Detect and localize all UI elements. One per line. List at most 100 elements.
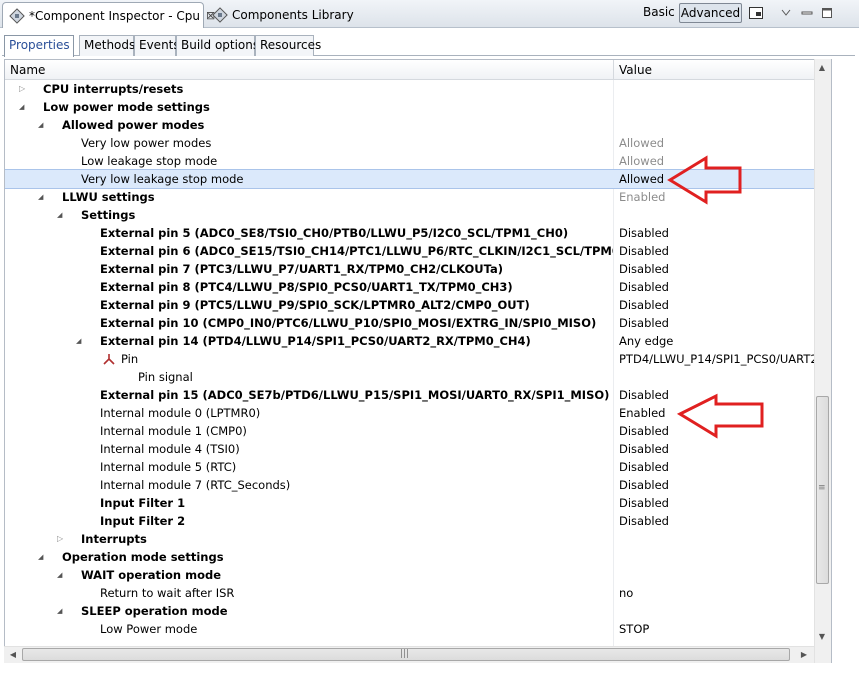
tree-expanded-icon[interactable]	[57, 209, 67, 221]
component-icon	[9, 7, 25, 24]
property-value[interactable]	[619, 548, 817, 566]
table-row[interactable]: Operation mode settings	[5, 548, 817, 566]
property-value[interactable]: Disabled	[619, 296, 817, 314]
table-row[interactable]: Internal module 5 (RTC) Disabled	[5, 458, 817, 476]
property-name: Very low power modes	[81, 136, 212, 150]
table-row[interactable]: External pin 7 (PTC3/LLWU_P7/UART1_RX/TP…	[5, 260, 817, 278]
property-value[interactable]: Disabled	[619, 278, 817, 296]
table-row[interactable]: Internal module 7 (RTC_Seconds) Disabled	[5, 476, 817, 494]
table-row[interactable]: External pin 9 (PTC5/LLWU_P9/SPI0_SCK/LP…	[5, 296, 817, 314]
property-name: Low power mode settings	[43, 100, 210, 114]
property-name-cell: Return to wait after ISR	[5, 584, 613, 602]
table-row[interactable]: External pin 8 (PTC4/LLWU_P8/SPI0_PCS0/U…	[5, 278, 817, 296]
tree-collapsed-icon[interactable]	[19, 83, 29, 95]
property-value[interactable]: Disabled	[619, 440, 817, 458]
property-value[interactable]: Disabled	[619, 494, 817, 512]
tree-collapsed-icon[interactable]	[57, 533, 67, 545]
tab-methods[interactable]: Methods	[79, 35, 135, 56]
column-separator[interactable]	[613, 60, 614, 80]
table-row[interactable]: External pin 10 (CMP0_IN0/PTC6/LLWU_P10/…	[5, 314, 817, 332]
property-value[interactable]: Disabled	[619, 224, 817, 242]
minimize-icon[interactable]	[798, 4, 816, 22]
tree-expanded-icon[interactable]	[57, 605, 67, 617]
table-row[interactable]: SLEEP operation mode	[5, 602, 817, 620]
tab-component-inspector-label: *Component Inspector - Cpu	[29, 8, 201, 23]
scroll-up-icon[interactable]: ▲	[815, 61, 829, 75]
property-name-cell: External pin 8 (PTC4/LLWU_P8/SPI0_PCS0/U…	[5, 278, 613, 296]
property-name: Internal module 7 (RTC_Seconds)	[100, 478, 291, 492]
table-row[interactable]: External pin 14 (PTD4/LLWU_P14/SPI1_PCS0…	[5, 332, 817, 350]
table-row[interactable]: Pin signal	[5, 368, 817, 386]
property-name-cell: External pin 9 (PTC5/LLWU_P9/SPI0_SCK/LP…	[5, 296, 613, 314]
property-name: External pin 15 (ADC0_SE7b/PTD6/LLWU_P15…	[100, 388, 610, 402]
scroll-down-icon[interactable]: ▼	[815, 630, 829, 644]
property-value[interactable]: Disabled	[619, 314, 817, 332]
property-value[interactable]	[619, 368, 817, 386]
table-row[interactable]: External pin 6 (ADC0_SE15/TSI0_CH14/PTC1…	[5, 242, 817, 260]
property-value[interactable]: Disabled	[619, 260, 817, 278]
tree-expanded-icon[interactable]	[76, 335, 86, 347]
tab-component-inspector[interactable]: *Component Inspector - Cpu ⊠	[2, 2, 215, 28]
advanced-mode-button[interactable]: Advanced	[679, 3, 742, 23]
column-header-value[interactable]: Value	[619, 63, 652, 77]
property-value[interactable]	[619, 206, 817, 224]
property-value[interactable]	[619, 530, 817, 548]
property-name: External pin 14 (PTD4/LLWU_P14/SPI1_PCS0…	[100, 334, 531, 348]
property-name: External pin 8 (PTC4/LLWU_P8/SPI0_PCS0/U…	[100, 280, 513, 294]
tab-properties[interactable]: Properties	[4, 35, 74, 57]
view-menu-icon[interactable]	[747, 4, 765, 22]
tab-build-options[interactable]: Build options	[176, 35, 259, 56]
property-name-cell: Interrupts	[5, 530, 613, 548]
property-value[interactable]: Disabled	[619, 458, 817, 476]
table-row[interactable]: WAIT operation mode	[5, 566, 817, 584]
table-row[interactable]: Allowed power modes	[5, 116, 817, 134]
property-value[interactable]	[619, 98, 817, 116]
tab-events[interactable]: Events	[134, 35, 180, 56]
maximize-icon[interactable]	[818, 4, 836, 22]
property-name-cell: SLEEP operation mode	[5, 602, 613, 620]
table-row[interactable]: Low Power mode STOP	[5, 620, 817, 638]
table-row[interactable]: Settings	[5, 206, 817, 224]
table-row[interactable]: Return to wait after ISR no	[5, 584, 817, 602]
tab-resources[interactable]: Resources	[255, 35, 321, 56]
tab-components-library[interactable]: Components Library	[206, 2, 360, 28]
scroll-left-icon[interactable]: ◀	[6, 648, 20, 662]
table-row[interactable]: Input Filter 2 Disabled	[5, 512, 817, 530]
property-value[interactable]	[619, 602, 817, 620]
property-value[interactable]	[619, 80, 817, 98]
property-value[interactable]: PTD4/LLWU_P14/SPI1_PCS0/UART2_R	[619, 350, 817, 368]
table-row[interactable]: Low power mode settings	[5, 98, 817, 116]
scroll-right-icon[interactable]: ▶	[797, 648, 811, 662]
property-name-cell: CPU interrupts/resets	[5, 80, 613, 98]
column-header-name[interactable]: Name	[10, 63, 45, 77]
table-row[interactable]: External pin 5 (ADC0_SE8/TSI0_CH0/PTB0/L…	[5, 224, 817, 242]
table-row[interactable]: Interrupts	[5, 530, 817, 548]
table-row[interactable]: CPU interrupts/resets	[5, 80, 817, 98]
property-value[interactable]: Disabled	[619, 476, 817, 494]
tree-expanded-icon[interactable]	[57, 569, 67, 581]
table-row[interactable]: Internal module 4 (TSI0) Disabled	[5, 440, 817, 458]
tree-expanded-icon[interactable]	[38, 191, 48, 203]
property-name: Internal module 5 (RTC)	[100, 460, 237, 474]
tree-expanded-icon[interactable]	[38, 119, 48, 131]
tree-expanded-icon[interactable]	[38, 551, 48, 563]
property-value[interactable]: no	[619, 584, 817, 602]
table-row[interactable]: Very low power modes Allowed	[5, 134, 817, 152]
property-value[interactable]	[619, 566, 817, 584]
property-value[interactable]	[619, 116, 817, 134]
property-value[interactable]: STOP	[619, 620, 817, 638]
table-row[interactable]: Pin PTD4/LLWU_P14/SPI1_PCS0/UART2_R	[5, 350, 817, 368]
property-name: SLEEP operation mode	[81, 604, 228, 618]
basic-mode-button[interactable]: Basic	[643, 5, 675, 19]
property-name: Low leakage stop mode	[81, 154, 218, 168]
property-value[interactable]: Disabled	[619, 512, 817, 530]
property-name: Pin signal	[138, 370, 193, 384]
property-value[interactable]: Disabled	[619, 242, 817, 260]
property-name: Input Filter 1	[100, 496, 186, 510]
property-value[interactable]: Any edge	[619, 332, 817, 350]
table-row[interactable]: Input Filter 1 Disabled	[5, 494, 817, 512]
property-name-cell: LLWU settings	[5, 188, 613, 206]
property-value[interactable]: Allowed	[619, 134, 817, 152]
chevron-down-icon[interactable]	[777, 4, 795, 22]
tree-expanded-icon[interactable]	[19, 101, 29, 113]
